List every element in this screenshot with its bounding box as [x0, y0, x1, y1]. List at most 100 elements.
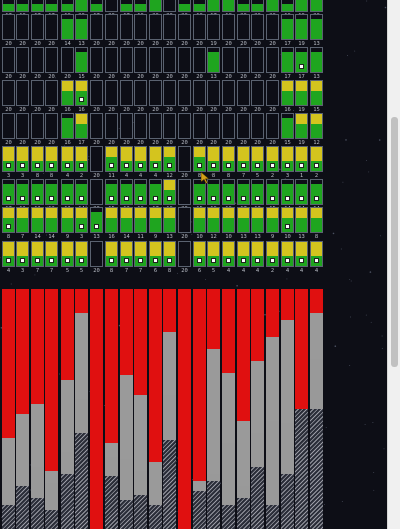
grid-cell[interactable]: [90, 80, 103, 106]
grid-cell[interactable]: [222, 179, 235, 205]
grid-cell[interactable]: [281, 207, 294, 233]
grid-cell[interactable]: [310, 241, 323, 267]
grid-cell[interactable]: [120, 14, 133, 40]
grid-cell[interactable]: [163, 80, 176, 106]
grid-cell[interactable]: [207, 80, 220, 106]
grid-cell[interactable]: [281, 14, 294, 40]
grid-cell[interactable]: [266, 47, 279, 73]
grid-cell[interactable]: [295, 0, 308, 12]
grid-cell[interactable]: [31, 207, 44, 233]
grid-cell[interactable]: [237, 0, 250, 12]
grid-cell[interactable]: [45, 207, 58, 233]
grid-cell[interactable]: [310, 146, 323, 172]
grid-cell[interactable]: [75, 207, 88, 233]
grid-cell[interactable]: [163, 47, 176, 73]
grid-cell[interactable]: [178, 113, 191, 139]
grid-cell[interactable]: [149, 80, 162, 106]
grid-cell[interactable]: [207, 14, 220, 40]
grid-cell[interactable]: [237, 207, 250, 233]
grid-cell[interactable]: [16, 80, 29, 106]
grid-cell[interactable]: [251, 207, 264, 233]
grid-cell[interactable]: [120, 47, 133, 73]
grid-cell[interactable]: [266, 14, 279, 40]
grid-cell[interactable]: [31, 47, 44, 73]
grid-cell[interactable]: [222, 146, 235, 172]
grid-cell[interactable]: [75, 179, 88, 205]
grid-cell[interactable]: [193, 14, 206, 40]
grid-cell[interactable]: [16, 207, 29, 233]
grid-cell[interactable]: [16, 47, 29, 73]
grid-cell[interactable]: [2, 113, 15, 139]
grid-cell[interactable]: [90, 146, 103, 172]
grid-cell[interactable]: [2, 179, 15, 205]
grid-cell[interactable]: [222, 14, 235, 40]
grid-cell[interactable]: [281, 0, 294, 12]
grid-cell[interactable]: [310, 207, 323, 233]
grid-cell[interactable]: [61, 179, 74, 205]
grid-cell[interactable]: [222, 47, 235, 73]
grid-cell[interactable]: [105, 113, 118, 139]
grid-cell[interactable]: [295, 146, 308, 172]
grid-cell[interactable]: [251, 113, 264, 139]
grid-cell[interactable]: [237, 80, 250, 106]
grid-cell[interactable]: [45, 113, 58, 139]
grid-cell[interactable]: [281, 146, 294, 172]
grid-cell[interactable]: [2, 0, 15, 12]
grid-cell[interactable]: [237, 14, 250, 40]
grid-cell[interactable]: [251, 146, 264, 172]
grid-cell[interactable]: [31, 80, 44, 106]
grid-cell[interactable]: [266, 80, 279, 106]
grid-cell[interactable]: [105, 146, 118, 172]
grid-cell[interactable]: [75, 0, 88, 12]
grid-cell[interactable]: [281, 113, 294, 139]
grid-cell[interactable]: [90, 179, 103, 205]
grid-cell[interactable]: [178, 241, 191, 267]
grid-cell[interactable]: [178, 14, 191, 40]
grid-cell[interactable]: [207, 146, 220, 172]
grid-cell[interactable]: [295, 14, 308, 40]
grid-cell[interactable]: [134, 179, 147, 205]
grid-cell[interactable]: [120, 80, 133, 106]
grid-cell[interactable]: [149, 146, 162, 172]
grid-cell[interactable]: [310, 80, 323, 106]
grid-cell[interactable]: [237, 113, 250, 139]
grid-cell[interactable]: [266, 241, 279, 267]
grid-cell[interactable]: [105, 0, 118, 12]
grid-cell[interactable]: [31, 179, 44, 205]
grid-cell[interactable]: [90, 14, 103, 40]
grid-cell[interactable]: [16, 113, 29, 139]
grid-cell[interactable]: [16, 14, 29, 40]
grid-cell[interactable]: [16, 0, 29, 12]
grid-cell[interactable]: [105, 241, 118, 267]
grid-cell[interactable]: [207, 241, 220, 267]
grid-cell[interactable]: [178, 47, 191, 73]
grid-cell[interactable]: [90, 241, 103, 267]
grid-cell[interactable]: [149, 113, 162, 139]
grid-cell[interactable]: [281, 179, 294, 205]
grid-cell[interactable]: [105, 14, 118, 40]
grid-cell[interactable]: [134, 241, 147, 267]
grid-cell[interactable]: [251, 179, 264, 205]
grid-cell[interactable]: [281, 47, 294, 73]
grid-cell[interactable]: [45, 0, 58, 12]
vertical-scrollbar[interactable]: [387, 0, 400, 529]
grid-cell[interactable]: [251, 80, 264, 106]
grid-cell[interactable]: [75, 146, 88, 172]
grid-cell[interactable]: [16, 146, 29, 172]
grid-cell[interactable]: [178, 179, 191, 205]
grid-cell[interactable]: [266, 207, 279, 233]
grid-cell[interactable]: [163, 0, 176, 12]
grid-cell[interactable]: [178, 0, 191, 12]
grid-cell[interactable]: [222, 80, 235, 106]
grid-cell[interactable]: [75, 47, 88, 73]
grid-cell[interactable]: [295, 113, 308, 139]
grid-cell[interactable]: [149, 14, 162, 40]
grid-cell[interactable]: [281, 241, 294, 267]
grid-cell[interactable]: [105, 47, 118, 73]
grid-cell[interactable]: [310, 14, 323, 40]
grid-cell[interactable]: [149, 47, 162, 73]
grid-cell[interactable]: [207, 0, 220, 12]
grid-cell[interactable]: [61, 113, 74, 139]
grid-cell[interactable]: [237, 47, 250, 73]
grid-cell[interactable]: [31, 113, 44, 139]
